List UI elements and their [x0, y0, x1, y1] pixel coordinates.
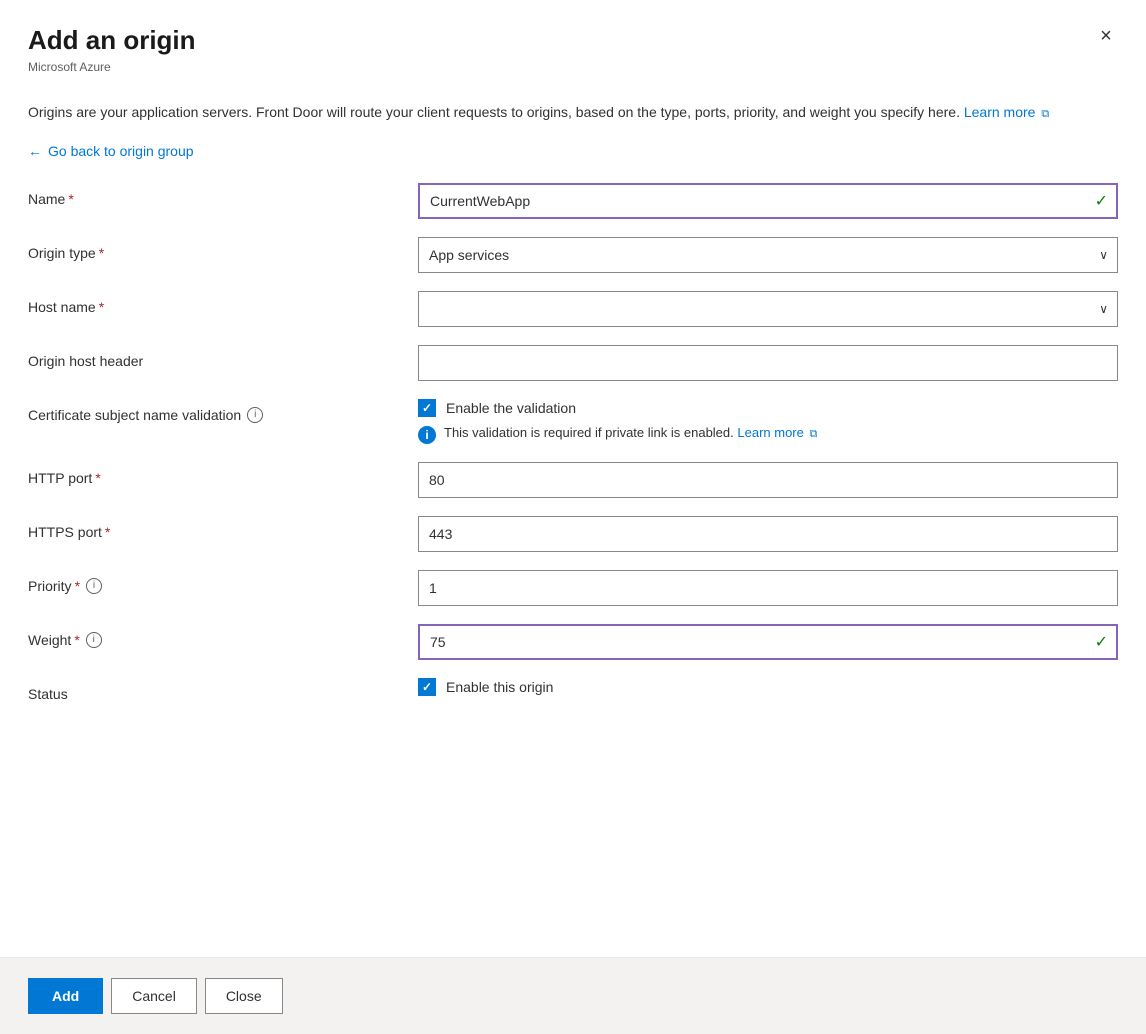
name-input-wrapper: ✓ [418, 183, 1118, 219]
name-input[interactable] [418, 183, 1118, 219]
host-name-label: Host name * [28, 291, 418, 315]
back-to-origin-group-link[interactable]: ← Go back to origin group [28, 143, 194, 159]
description-text: Origins are your application servers. Fr… [28, 102, 1118, 123]
weight-field-row: Weight * i ✓ [28, 624, 1118, 660]
priority-input[interactable] [418, 570, 1118, 606]
name-required-indicator: * [68, 191, 73, 207]
cert-validation-label: Certificate subject name validation i [28, 399, 418, 423]
origin-type-select[interactable]: App services Storage Custom [418, 237, 1118, 273]
http-port-input[interactable] [418, 462, 1118, 498]
panel-body: Origins are your application servers. Fr… [0, 86, 1146, 957]
external-link-icon: ⧉ [1041, 106, 1049, 123]
cert-learn-more-external-icon: ⧉ [810, 428, 818, 441]
add-button[interactable]: Add [28, 978, 103, 1014]
cert-validation-note-icon: i [418, 426, 436, 444]
host-name-select-wrapper: ∨ [418, 291, 1118, 327]
weight-info-icon[interactable]: i [86, 632, 102, 648]
name-field-wrapper: ✓ [418, 183, 1118, 219]
panel-header: Add an origin Microsoft Azure × [0, 0, 1146, 86]
cert-validation-field-row: Certificate subject name validation i En… [28, 399, 1118, 444]
add-origin-panel: Add an origin Microsoft Azure × Origins … [0, 0, 1146, 1034]
panel-title: Add an origin [28, 24, 1118, 58]
weight-required-indicator: * [74, 632, 79, 648]
https-port-field-row: HTTPS port * [28, 516, 1118, 552]
https-port-input[interactable] [418, 516, 1118, 552]
http-port-field-wrapper [418, 462, 1118, 498]
name-label: Name * [28, 183, 418, 207]
origin-host-header-field-wrapper [418, 345, 1118, 381]
origin-type-field-row: Origin type * App services Storage Custo… [28, 237, 1118, 273]
origin-type-field-wrapper: App services Storage Custom ∨ [418, 237, 1118, 273]
origin-type-label: Origin type * [28, 237, 418, 261]
http-port-required-indicator: * [95, 470, 100, 486]
priority-field-wrapper [418, 570, 1118, 606]
panel-subtitle: Microsoft Azure [28, 60, 1118, 74]
status-checkbox-row: Enable this origin [418, 678, 1118, 696]
host-name-select[interactable] [418, 291, 1118, 327]
weight-label: Weight * i [28, 624, 418, 648]
host-name-required-indicator: * [99, 299, 104, 315]
cert-validation-checkbox[interactable] [418, 399, 436, 417]
cert-validation-note: i This validation is required if private… [418, 425, 1118, 444]
https-port-label: HTTPS port * [28, 516, 418, 540]
status-field-wrapper: Enable this origin [418, 678, 1118, 696]
panel-footer: Add Cancel Close [0, 957, 1146, 1034]
http-port-label: HTTP port * [28, 462, 418, 486]
origin-host-header-field-row: Origin host header [28, 345, 1118, 381]
cert-validation-info-icon[interactable]: i [247, 407, 263, 423]
weight-field-wrapper: ✓ [418, 624, 1118, 660]
enable-origin-label: Enable this origin [446, 679, 553, 695]
priority-label: Priority * i [28, 570, 418, 594]
weight-input[interactable] [418, 624, 1118, 660]
enable-origin-checkbox[interactable] [418, 678, 436, 696]
origin-type-required-indicator: * [99, 245, 104, 261]
description-learn-more-link[interactable]: Learn more ⧉ [964, 104, 1049, 120]
status-label: Status [28, 678, 418, 702]
name-field-row: Name * ✓ [28, 183, 1118, 219]
priority-field-row: Priority * i [28, 570, 1118, 606]
https-port-required-indicator: * [105, 524, 110, 540]
host-name-field-wrapper: ∨ [418, 291, 1118, 327]
origin-type-select-wrapper: App services Storage Custom ∨ [418, 237, 1118, 273]
cert-validation-checkbox-row: Enable the validation [418, 399, 1118, 417]
cert-validation-field-wrapper: Enable the validation i This validation … [418, 399, 1118, 444]
priority-required-indicator: * [75, 578, 80, 594]
cancel-button[interactable]: Cancel [111, 978, 197, 1014]
close-button[interactable]: × [1090, 20, 1122, 52]
weight-input-wrapper: ✓ [418, 624, 1118, 660]
priority-info-icon[interactable]: i [86, 578, 102, 594]
back-arrow-icon: ← [28, 143, 42, 159]
host-name-field-row: Host name * ∨ [28, 291, 1118, 327]
https-port-field-wrapper [418, 516, 1118, 552]
close-footer-button[interactable]: Close [205, 978, 283, 1014]
cert-validation-note-text: This validation is required if private l… [444, 425, 817, 441]
cert-validation-learn-more-link[interactable]: Learn more ⧉ [737, 425, 817, 440]
http-port-field-row: HTTP port * [28, 462, 1118, 498]
status-field-row: Status Enable this origin [28, 678, 1118, 714]
origin-host-header-label: Origin host header [28, 345, 418, 369]
origin-host-header-input[interactable] [418, 345, 1118, 381]
cert-validation-checkbox-label: Enable the validation [446, 400, 576, 416]
